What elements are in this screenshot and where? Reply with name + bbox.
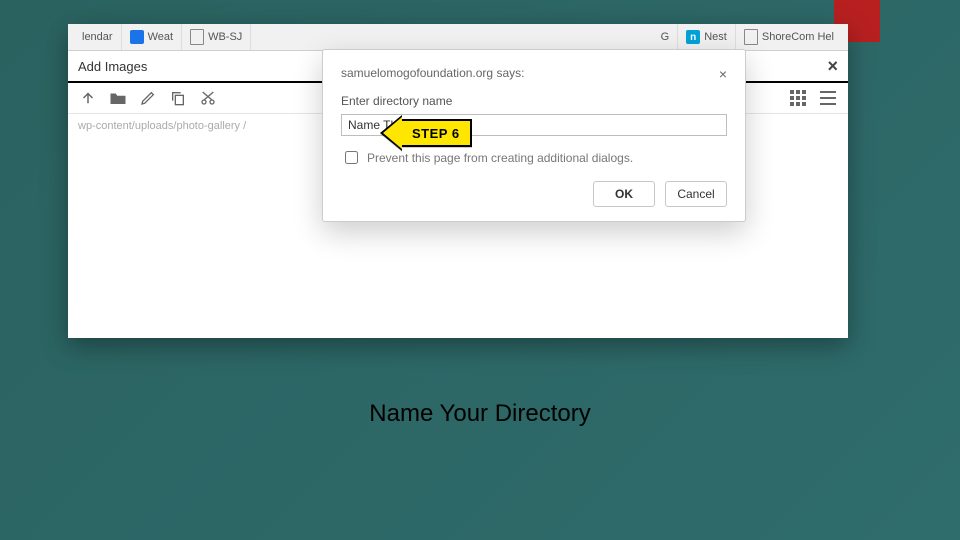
- tab-label: Nest: [704, 31, 727, 43]
- prevent-dialogs-box[interactable]: [345, 151, 358, 164]
- tab-label: lendar: [82, 31, 113, 43]
- panel-title: Add Images: [78, 59, 147, 74]
- edit-icon[interactable]: [138, 88, 158, 108]
- favicon-doc-icon: [744, 29, 758, 45]
- cancel-button[interactable]: Cancel: [665, 181, 727, 207]
- upload-icon[interactable]: [78, 88, 98, 108]
- tab-label: ShoreCom Hel: [762, 31, 834, 43]
- step-label: STEP 6: [402, 119, 472, 147]
- screenshot-frame: lendar Weat WB-SJ G n Nest ShoreCom Hel: [68, 24, 848, 338]
- favicon-doc-icon: [190, 29, 204, 45]
- dialog-label: Enter directory name: [341, 94, 727, 108]
- step-callout: STEP 6: [380, 115, 472, 151]
- slide: lendar Weat WB-SJ G n Nest ShoreCom Hel: [0, 0, 960, 540]
- tab-gap: G: [251, 24, 678, 50]
- tab-label: WB-SJ: [208, 31, 242, 43]
- tab-shorecom[interactable]: ShoreCom Hel: [736, 24, 842, 50]
- copy-icon[interactable]: [168, 88, 188, 108]
- slide-caption: Name Your Directory: [0, 400, 960, 428]
- favicon-blue-icon: [130, 30, 144, 44]
- tab-wbsj[interactable]: WB-SJ: [182, 24, 251, 50]
- cut-icon[interactable]: [198, 88, 218, 108]
- favicon-nest-icon: n: [686, 30, 700, 44]
- tab-weather[interactable]: Weat: [122, 24, 182, 50]
- tab-nest[interactable]: n Nest: [678, 24, 736, 50]
- close-icon[interactable]: ×: [827, 56, 838, 77]
- browser-tabstrip: lendar Weat WB-SJ G n Nest ShoreCom Hel: [68, 24, 848, 51]
- tab-label: G: [661, 31, 670, 43]
- folder-open-icon[interactable]: [108, 88, 128, 108]
- prevent-dialogs-label: Prevent this page from creating addition…: [367, 151, 633, 165]
- close-icon[interactable]: ×: [719, 66, 727, 82]
- ok-button[interactable]: OK: [593, 181, 655, 207]
- dialog-origin: samuelomogofoundation.org says:: [341, 66, 524, 80]
- grid-view-icon[interactable]: [788, 88, 808, 108]
- tab-calendar[interactable]: lendar: [74, 24, 122, 50]
- tab-label: Weat: [148, 31, 173, 43]
- list-view-icon[interactable]: [818, 88, 838, 108]
- arrow-left-icon: [380, 115, 402, 151]
